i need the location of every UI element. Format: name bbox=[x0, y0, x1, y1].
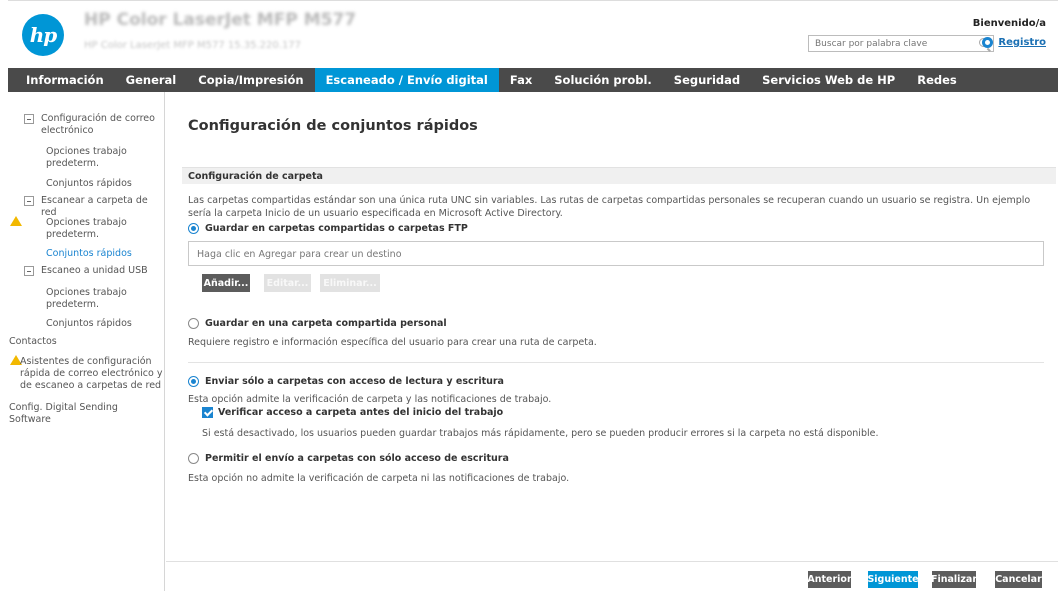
collapse-icon[interactable] bbox=[24, 114, 34, 124]
edit-button[interactable]: Editar... bbox=[264, 274, 311, 292]
tab-fax[interactable]: Fax bbox=[499, 68, 543, 92]
radio-personal-folder[interactable] bbox=[188, 318, 199, 329]
device-subtitle: HP Color LaserJet MFP M577 15.35.220.177 bbox=[84, 40, 302, 51]
sidebar-item-email-defaults[interactable]: Opciones trabajo predeterm. bbox=[46, 146, 146, 170]
option-read-write[interactable]: Enviar sólo a carpetas con acceso de lec… bbox=[188, 376, 504, 387]
finish-button[interactable]: Finalizar bbox=[931, 571, 977, 588]
previous-button[interactable]: Anterior bbox=[807, 571, 852, 588]
option-write-only-label: Permitir el envío a carpetas con sólo ac… bbox=[205, 453, 509, 464]
tab-seguridad[interactable]: Seguridad bbox=[663, 68, 751, 92]
destination-placeholder: Haga clic en Agregar para crear un desti… bbox=[197, 249, 402, 260]
sidebar-item-email-setup[interactable]: Configuración de correo electrónico bbox=[41, 113, 159, 137]
device-name: HP Color LaserJet MFP M577 bbox=[84, 10, 357, 30]
sidebar: Configuración de correo electrónico Opci… bbox=[8, 92, 165, 591]
sidebar-item-email-quicksets[interactable]: Conjuntos rápidos bbox=[46, 178, 132, 190]
radio-read-write[interactable] bbox=[188, 376, 199, 387]
collapse-icon[interactable] bbox=[24, 266, 34, 276]
destination-list[interactable]: Haga clic en Agregar para crear un desti… bbox=[188, 241, 1044, 266]
section-title: Configuración de carpeta bbox=[188, 171, 323, 182]
hp-logo[interactable]: hp bbox=[22, 14, 64, 56]
divider bbox=[188, 362, 1044, 363]
verify-access-label: Verificar acceso a carpeta antes del ini… bbox=[218, 407, 504, 418]
sidebar-item-digital-sending-software[interactable]: Config. Digital Sending Software bbox=[9, 402, 129, 426]
personal-folder-description: Requiere registro e información específi… bbox=[188, 337, 597, 348]
sidebar-item-folder-quicksets[interactable]: Conjuntos rápidos bbox=[46, 248, 132, 260]
tab-informacion[interactable]: Información bbox=[8, 68, 115, 92]
warning-icon bbox=[10, 216, 22, 226]
collapse-icon[interactable] bbox=[24, 196, 34, 206]
sidebar-item-usb-scan[interactable]: Escaneo a unidad USB bbox=[41, 265, 148, 277]
verify-access-checkbox[interactable] bbox=[202, 407, 213, 418]
user-icon bbox=[982, 37, 994, 48]
welcome-text: Bienvenido/a bbox=[972, 18, 1046, 29]
sidebar-item-scan-folder[interactable]: Escanear a carpeta de red bbox=[41, 195, 165, 219]
main-content: Configuración de conjuntos rápidos Confi… bbox=[166, 92, 1058, 591]
register-link[interactable]: Registro bbox=[982, 37, 1046, 48]
verify-access-option[interactable]: Verificar acceso a carpeta antes del ini… bbox=[202, 407, 503, 418]
sidebar-item-usb-quicksets[interactable]: Conjuntos rápidos bbox=[46, 318, 132, 330]
option-personal-folder[interactable]: Guardar en una carpeta compartida person… bbox=[188, 318, 447, 329]
section-header: Configuración de carpeta bbox=[182, 167, 1056, 184]
sidebar-item-setup-wizards[interactable]: Asistentes de configuración rápida de co… bbox=[20, 356, 164, 392]
header: hp HP Color LaserJet MFP M577 HP Color L… bbox=[8, 0, 1058, 68]
main-nav: Información General Copia/Impresión Esca… bbox=[8, 68, 1058, 92]
next-button[interactable]: Siguiente bbox=[867, 571, 919, 588]
read-write-description: Esta opción admite la verificación de ca… bbox=[188, 394, 552, 405]
delete-button[interactable]: Eliminar... bbox=[320, 274, 380, 292]
search-input[interactable] bbox=[809, 36, 969, 52]
option-read-write-label: Enviar sólo a carpetas con acceso de lec… bbox=[205, 376, 504, 387]
option-shared-folders[interactable]: Guardar en carpetas compartidas o carpet… bbox=[188, 223, 468, 234]
write-only-description: Esta opción no admite la verificación de… bbox=[188, 473, 570, 484]
sidebar-item-contacts[interactable]: Contactos bbox=[9, 336, 57, 348]
tab-redes[interactable]: Redes bbox=[906, 68, 968, 92]
option-write-only[interactable]: Permitir el envío a carpetas con sólo ac… bbox=[188, 453, 509, 464]
radio-write-only[interactable] bbox=[188, 453, 199, 464]
register-label: Registro bbox=[998, 37, 1046, 48]
intro-text: Las carpetas compartidas estándar son un… bbox=[188, 195, 1031, 219]
option-personal-folder-label: Guardar en una carpeta compartida person… bbox=[205, 318, 447, 329]
tab-copia-impresion[interactable]: Copia/Impresión bbox=[187, 68, 314, 92]
radio-shared-folders[interactable] bbox=[188, 223, 199, 234]
tab-general[interactable]: General bbox=[115, 68, 188, 92]
sidebar-item-folder-defaults[interactable]: Opciones trabajo predeterm. bbox=[46, 217, 146, 241]
page-title: Configuración de conjuntos rápidos bbox=[188, 118, 478, 134]
verify-access-description: Si está desactivado, los usuarios pueden… bbox=[202, 428, 879, 439]
option-shared-folders-label: Guardar en carpetas compartidas o carpet… bbox=[205, 223, 468, 234]
add-button[interactable]: Añadir... bbox=[202, 274, 250, 292]
sidebar-item-usb-defaults[interactable]: Opciones trabajo predeterm. bbox=[46, 287, 146, 311]
tab-solucion-problemas[interactable]: Solución probl. bbox=[543, 68, 663, 92]
cancel-button[interactable]: Cancelar bbox=[995, 571, 1042, 588]
search-box[interactable] bbox=[808, 35, 994, 52]
footer-actions: Anterior Siguiente Finalizar Cancelar bbox=[166, 561, 1058, 591]
tab-servicios-web[interactable]: Servicios Web de HP bbox=[751, 68, 906, 92]
tab-escaneado-envio-digital[interactable]: Escaneado / Envío digital bbox=[314, 68, 499, 92]
